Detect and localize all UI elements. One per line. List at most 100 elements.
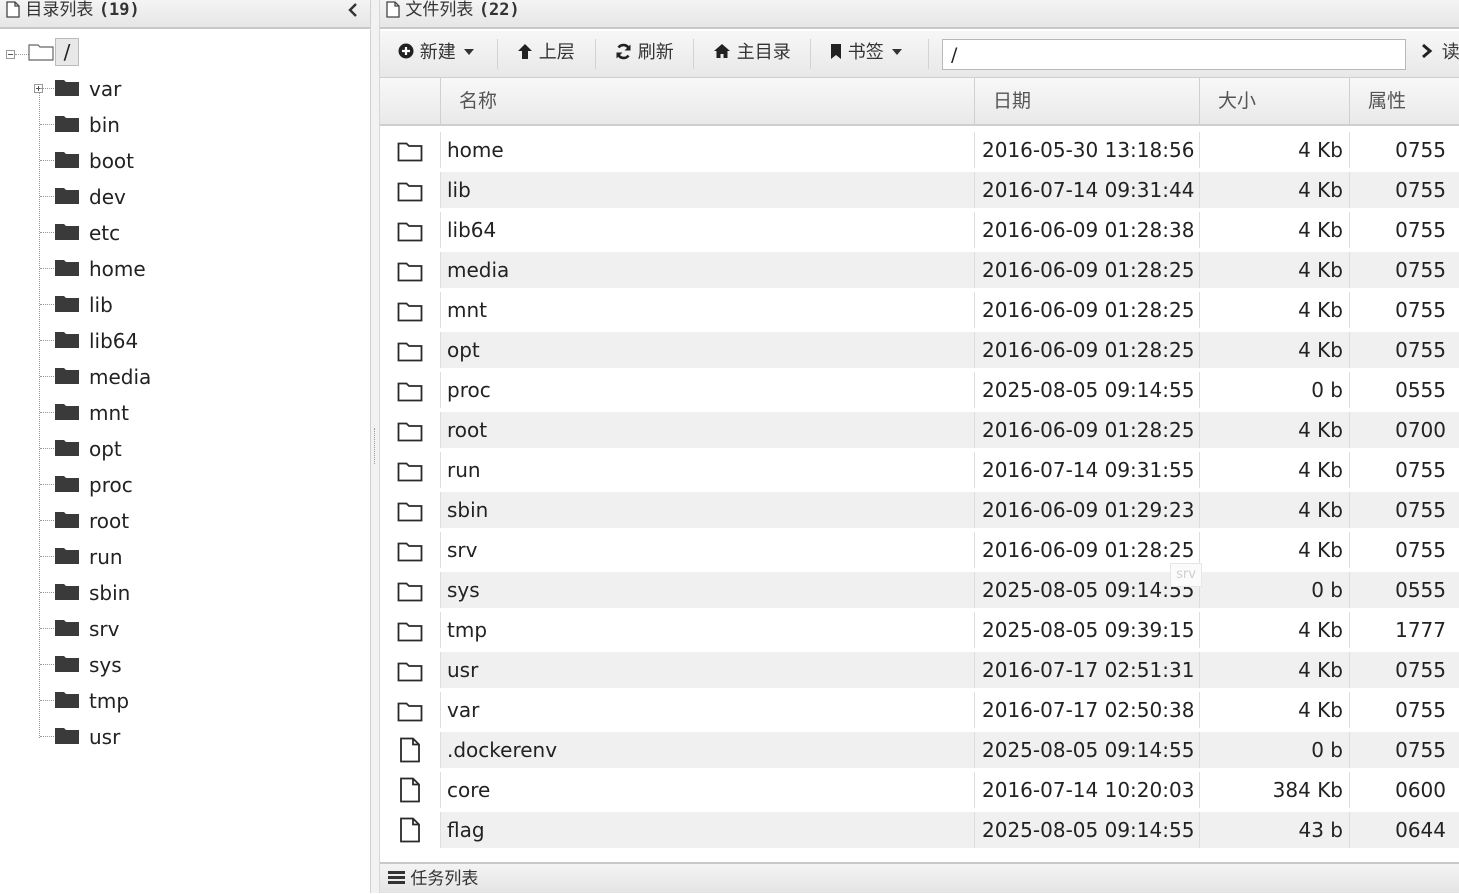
table-row[interactable]: lib64 2016-06-09 01:28:38 4 Kb 0755 (380, 212, 1459, 252)
tree-item[interactable]: bin (40, 108, 340, 144)
path-input[interactable] (942, 39, 1406, 70)
file-name[interactable]: sbin (440, 492, 974, 528)
new-button[interactable]: 新建 (398, 31, 474, 77)
file-panel: 文件列表 (22) 新建 上层 刷新 主目录 书签 / 读 名称 日期 大小 属… (380, 0, 1459, 893)
tree-item[interactable]: media (40, 360, 340, 396)
table-row[interactable]: mnt 2016-06-09 01:28:25 4 Kb 0755 (380, 292, 1459, 332)
file-date: 2025-08-05 09:39:15 (974, 612, 1199, 648)
go-button-label: 读 (1441, 42, 1459, 63)
file-attr: 0755 (1349, 252, 1459, 288)
tree-item[interactable]: sbin (40, 576, 340, 612)
tree-item[interactable]: home (40, 252, 340, 288)
file-name[interactable]: sys (440, 572, 974, 608)
file-attr: 0555 (1349, 372, 1459, 408)
table-row[interactable]: lib 2016-07-14 09:31:44 4 Kb 0755 (380, 172, 1459, 212)
task-panel-header[interactable]: 任务列表 (380, 862, 1459, 893)
file-name[interactable]: usr (440, 652, 974, 688)
file-name[interactable]: .dockerenv (440, 732, 974, 768)
file-name[interactable]: home (440, 132, 974, 168)
tree-item[interactable]: etc (40, 216, 340, 252)
file-name[interactable]: flag (440, 812, 974, 848)
column-header-name[interactable]: 名称 (440, 78, 974, 124)
tree-item[interactable]: var (34, 72, 340, 108)
file-name[interactable]: media (440, 252, 974, 288)
table-row[interactable]: sys 2025-08-05 09:14:55 0 b 0555 (380, 572, 1459, 612)
table-row[interactable]: core 2016-07-14 10:20:03 384 Kb 0600 (380, 772, 1459, 812)
table-row[interactable]: flag 2025-08-05 09:14:55 43 b 0644 (380, 812, 1459, 852)
tree-item-label: sys (89, 653, 122, 677)
tree-item-label: media (89, 365, 152, 389)
table-row[interactable]: usr 2016-07-17 02:51:31 4 Kb 0755 (380, 652, 1459, 692)
tree-item[interactable]: lib (40, 288, 340, 324)
table-row[interactable]: root 2016-06-09 01:28:25 4 Kb 0700 (380, 412, 1459, 452)
refresh-icon (616, 43, 631, 59)
tree-item[interactable]: opt (40, 432, 340, 468)
file-name[interactable]: opt (440, 332, 974, 368)
folder-outline-icon (380, 412, 438, 452)
refresh-button[interactable]: 刷新 (615, 31, 674, 77)
file-name[interactable]: lib64 (440, 212, 974, 248)
new-button-label: 新建 (419, 42, 456, 63)
file-panel-title: 文件列表 (405, 0, 474, 20)
table-row[interactable]: var 2016-07-17 02:50:38 4 Kb 0755 (380, 692, 1459, 732)
tree-item[interactable]: lib64 (40, 324, 340, 360)
folder-filled-icon (55, 331, 79, 353)
tree-item[interactable]: run (40, 540, 340, 576)
file-name[interactable]: core (440, 772, 974, 808)
file-date: 2016-05-30 13:18:56 (974, 132, 1199, 168)
table-row[interactable]: .dockerenv 2025-08-05 09:14:55 0 b 0755 (380, 732, 1459, 772)
bookmarks-button[interactable]: 书签 (830, 31, 902, 77)
column-header-date[interactable]: 日期 (974, 78, 1199, 124)
file-outline-icon (6, 1, 20, 23)
file-size: 4 Kb (1199, 492, 1349, 528)
collapse-panel-button[interactable] (346, 2, 360, 18)
column-header-size[interactable]: 大小 (1199, 78, 1349, 124)
file-name[interactable]: lib (440, 172, 974, 208)
up-level-button[interactable]: 上层 (517, 31, 575, 77)
go-button[interactable]: 读 (1420, 31, 1459, 77)
tree-item[interactable]: usr (40, 720, 340, 756)
table-row[interactable]: run 2016-07-14 09:31:55 4 Kb 0755 (380, 452, 1459, 492)
table-row[interactable]: home 2016-05-30 13:18:56 4 Kb 0755 (380, 132, 1459, 172)
tree-item[interactable]: proc (40, 468, 340, 504)
file-name[interactable]: mnt (440, 292, 974, 328)
file-outline-icon (380, 732, 438, 772)
file-date: 2025-08-05 09:14:55 (974, 812, 1199, 848)
collapse-toggle-icon[interactable] (6, 50, 15, 59)
table-row[interactable]: srv 2016-06-09 01:28:25 4 Kb 0755 (380, 532, 1459, 572)
table-row[interactable]: sbin 2016-06-09 01:29:23 4 Kb 0755 (380, 492, 1459, 532)
file-name[interactable]: run (440, 452, 974, 488)
table-row[interactable]: proc 2025-08-05 09:14:55 0 b 0555 (380, 372, 1459, 412)
home-icon (714, 44, 730, 58)
tree-item[interactable]: sys (40, 648, 340, 684)
folder-outline-icon (380, 252, 438, 292)
tree-item-label: proc (89, 473, 133, 497)
file-name[interactable]: tmp (440, 612, 974, 648)
panel-splitter[interactable] (370, 0, 380, 893)
directory-panel: 目录列表 (19) / var bin boot dev etc home lib lib64… (0, 0, 370, 893)
folder-filled-icon (55, 691, 79, 713)
folder-filled-icon (55, 187, 79, 209)
splitter-grip-icon[interactable] (374, 428, 377, 464)
tree-item[interactable]: srv (40, 612, 340, 648)
tree-item[interactable]: dev (40, 180, 340, 216)
folder-outline-icon (380, 292, 438, 332)
file-size: 4 Kb (1199, 212, 1349, 248)
column-header-attr[interactable]: 属性 (1349, 78, 1459, 124)
file-name[interactable]: srv (440, 532, 974, 568)
folder-outline-icon (380, 172, 438, 212)
tree-item[interactable]: tmp (40, 684, 340, 720)
table-row[interactable]: opt 2016-06-09 01:28:25 4 Kb 0755 (380, 332, 1459, 372)
tree-root-label[interactable]: / (55, 38, 79, 66)
tree-item[interactable]: root (40, 504, 340, 540)
toolbar: 新建 上层 刷新 主目录 书签 读 (380, 31, 1459, 78)
table-row[interactable]: tmp 2025-08-05 09:39:15 4 Kb 1777 (380, 612, 1459, 652)
file-name[interactable]: var (440, 692, 974, 728)
file-name[interactable]: root (440, 412, 974, 448)
table-row[interactable]: media 2016-06-09 01:28:25 4 Kb 0755 (380, 252, 1459, 292)
tree-item[interactable]: mnt (40, 396, 340, 432)
home-directory-button[interactable]: 主目录 (713, 31, 791, 77)
tree-item[interactable]: boot (40, 144, 340, 180)
file-name[interactable]: proc (440, 372, 974, 408)
arrow-right-icon (1422, 43, 1433, 59)
